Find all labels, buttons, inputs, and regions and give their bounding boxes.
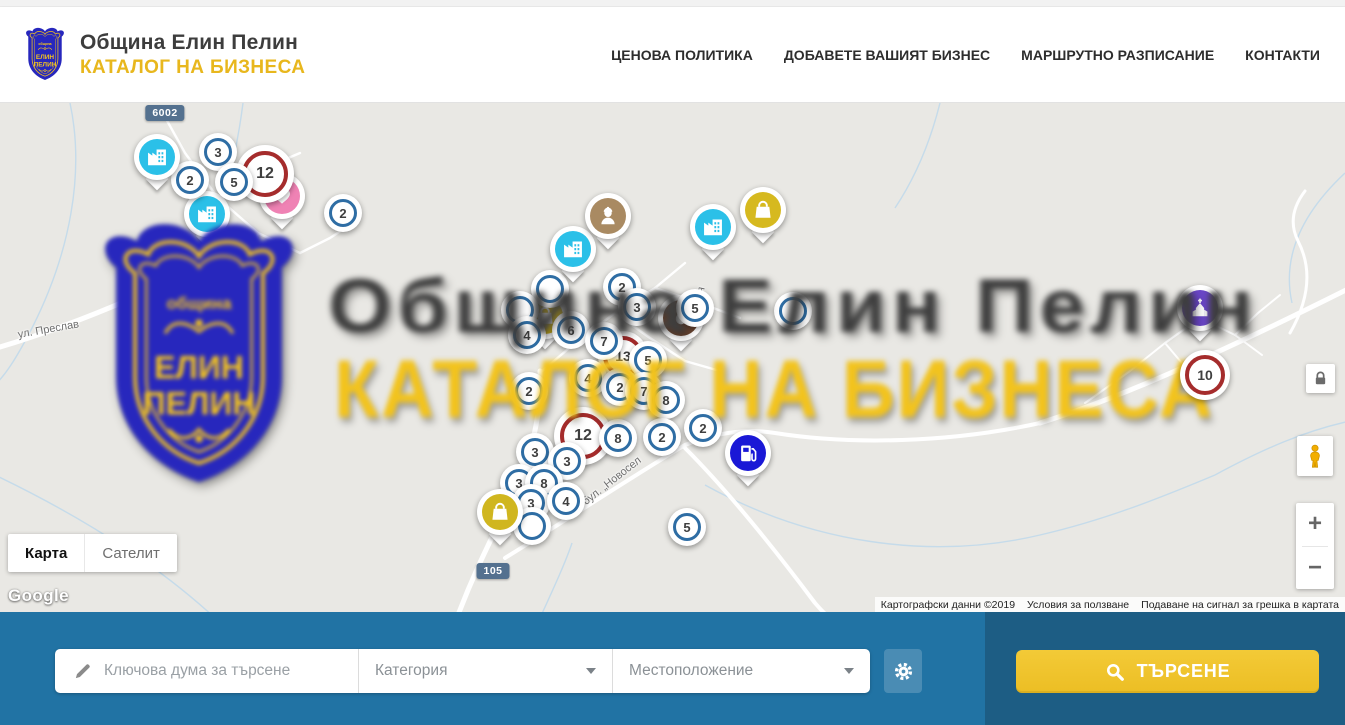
google-logo[interactable]: Google	[8, 586, 69, 606]
municipality-crest-icon	[22, 26, 68, 83]
gear-icon	[893, 661, 914, 682]
map-pin-bag[interactable]	[477, 489, 523, 535]
map-cluster-marker[interactable]: 2	[324, 194, 362, 232]
chevron-down-icon	[844, 668, 854, 674]
location-select-value: Местоположение	[629, 662, 753, 680]
map-pin-church[interactable]	[1177, 285, 1223, 331]
map-type-map-button[interactable]: Карта	[8, 534, 84, 572]
pegman-control[interactable]	[1297, 436, 1333, 476]
site-subtitle: КАТАЛОГ НА БИЗНЕСА	[80, 57, 305, 79]
lock-button[interactable]	[1306, 364, 1335, 393]
map-canvas[interactable]: ул. Преславциябул. „Новосел6002105 32512…	[0, 103, 1345, 612]
map-cluster-marker[interactable]: 8	[647, 381, 685, 419]
map-pin-fuel[interactable]	[725, 430, 771, 476]
map-pin-building[interactable]	[690, 204, 736, 250]
map-pin-worker[interactable]	[585, 193, 631, 239]
category-select[interactable]: Категория	[358, 649, 612, 693]
site-title: Община Елин Пелин	[80, 31, 305, 55]
attribution-link[interactable]: Подаване на сигнал за грешка в картата	[1135, 599, 1345, 611]
search-bar: Категория Местоположение ТЪРСЕНЕ	[0, 612, 1345, 725]
map-cluster-marker[interactable]: 10	[1180, 350, 1230, 400]
map-cluster-marker[interactable]: 3	[618, 288, 656, 326]
window-top-strip	[0, 0, 1345, 7]
map-type-satellite-button[interactable]: Сателит	[84, 534, 177, 572]
map-cluster-marker[interactable]: 8	[599, 419, 637, 457]
search-fields: Категория Местоположение	[55, 649, 870, 693]
keyword-field[interactable]	[55, 649, 358, 693]
advanced-settings-button[interactable]	[884, 649, 922, 693]
map-cluster-marker[interactable]: 4	[547, 482, 585, 520]
keyword-input[interactable]	[104, 662, 358, 680]
road-badge: 6002	[145, 105, 184, 121]
map-pin-building[interactable]	[134, 134, 180, 180]
map-attribution: Картографски данни ©2019Условия за ползв…	[875, 597, 1345, 612]
page: Община Елин Пелин КАТАЛОГ НА БИЗНЕСА ЦЕН…	[0, 0, 1345, 725]
search-button-label: ТЪРСЕНЕ	[1137, 661, 1231, 682]
site-title-block: Община Елин Пелин КАТАЛОГ НА БИЗНЕСА	[80, 31, 305, 79]
map-cluster-marker[interactable]: 5	[676, 289, 714, 327]
map-cluster-marker[interactable]	[774, 292, 812, 330]
pegman-icon	[1305, 443, 1325, 469]
header-logo[interactable]: Община Елин Пелин КАТАЛОГ НА БИЗНЕСА	[0, 26, 305, 83]
attribution-link[interactable]: Условия за ползване	[1021, 599, 1135, 611]
lock-icon	[1312, 370, 1329, 387]
nav-item[interactable]: ДОБАВЕТЕ ВАШИЯТ БИЗНЕС	[784, 47, 990, 63]
nav-item[interactable]: КОНТАКТИ	[1245, 47, 1320, 63]
search-button[interactable]: ТЪРСЕНЕ	[1016, 650, 1319, 693]
attribution-text: Картографски данни ©2019	[875, 599, 1021, 611]
map-cluster-marker[interactable]: 5	[668, 508, 706, 546]
map-cluster-marker[interactable]: 2	[684, 409, 722, 447]
search-button-panel: ТЪРСЕНЕ	[985, 612, 1345, 725]
pencil-icon	[73, 662, 92, 681]
zoom-out-button[interactable]: −	[1296, 547, 1334, 590]
location-select[interactable]: Местоположение	[612, 649, 870, 693]
map-cluster-marker[interactable]: 2	[643, 418, 681, 456]
zoom-in-button[interactable]: +	[1296, 503, 1334, 546]
map-cluster-marker[interactable]: 4	[508, 316, 546, 354]
map-cluster-marker[interactable]: 2	[510, 372, 548, 410]
main-nav: ЦЕНОВА ПОЛИТИКА ДОБАВЕТЕ ВАШИЯТ БИЗНЕС МАР…	[611, 47, 1345, 63]
map-type-control: Карта Сателит	[8, 534, 177, 572]
map-cluster-marker[interactable]: 5	[215, 163, 253, 201]
site-header: Община Елин Пелин КАТАЛОГ НА БИЗНЕСА ЦЕН…	[0, 7, 1345, 103]
nav-item[interactable]: МАРШРУТНО РАЗПИСАНИЕ	[1021, 47, 1214, 63]
map-pin-bag[interactable]	[740, 187, 786, 233]
nav-item[interactable]: ЦЕНОВА ПОЛИТИКА	[611, 47, 753, 63]
zoom-control: + −	[1296, 503, 1334, 589]
map-cluster-marker[interactable]: 7	[585, 322, 623, 360]
category-select-value: Категория	[375, 662, 447, 680]
chevron-down-icon	[586, 668, 596, 674]
road-badge: 105	[476, 563, 509, 579]
search-icon	[1105, 662, 1125, 682]
